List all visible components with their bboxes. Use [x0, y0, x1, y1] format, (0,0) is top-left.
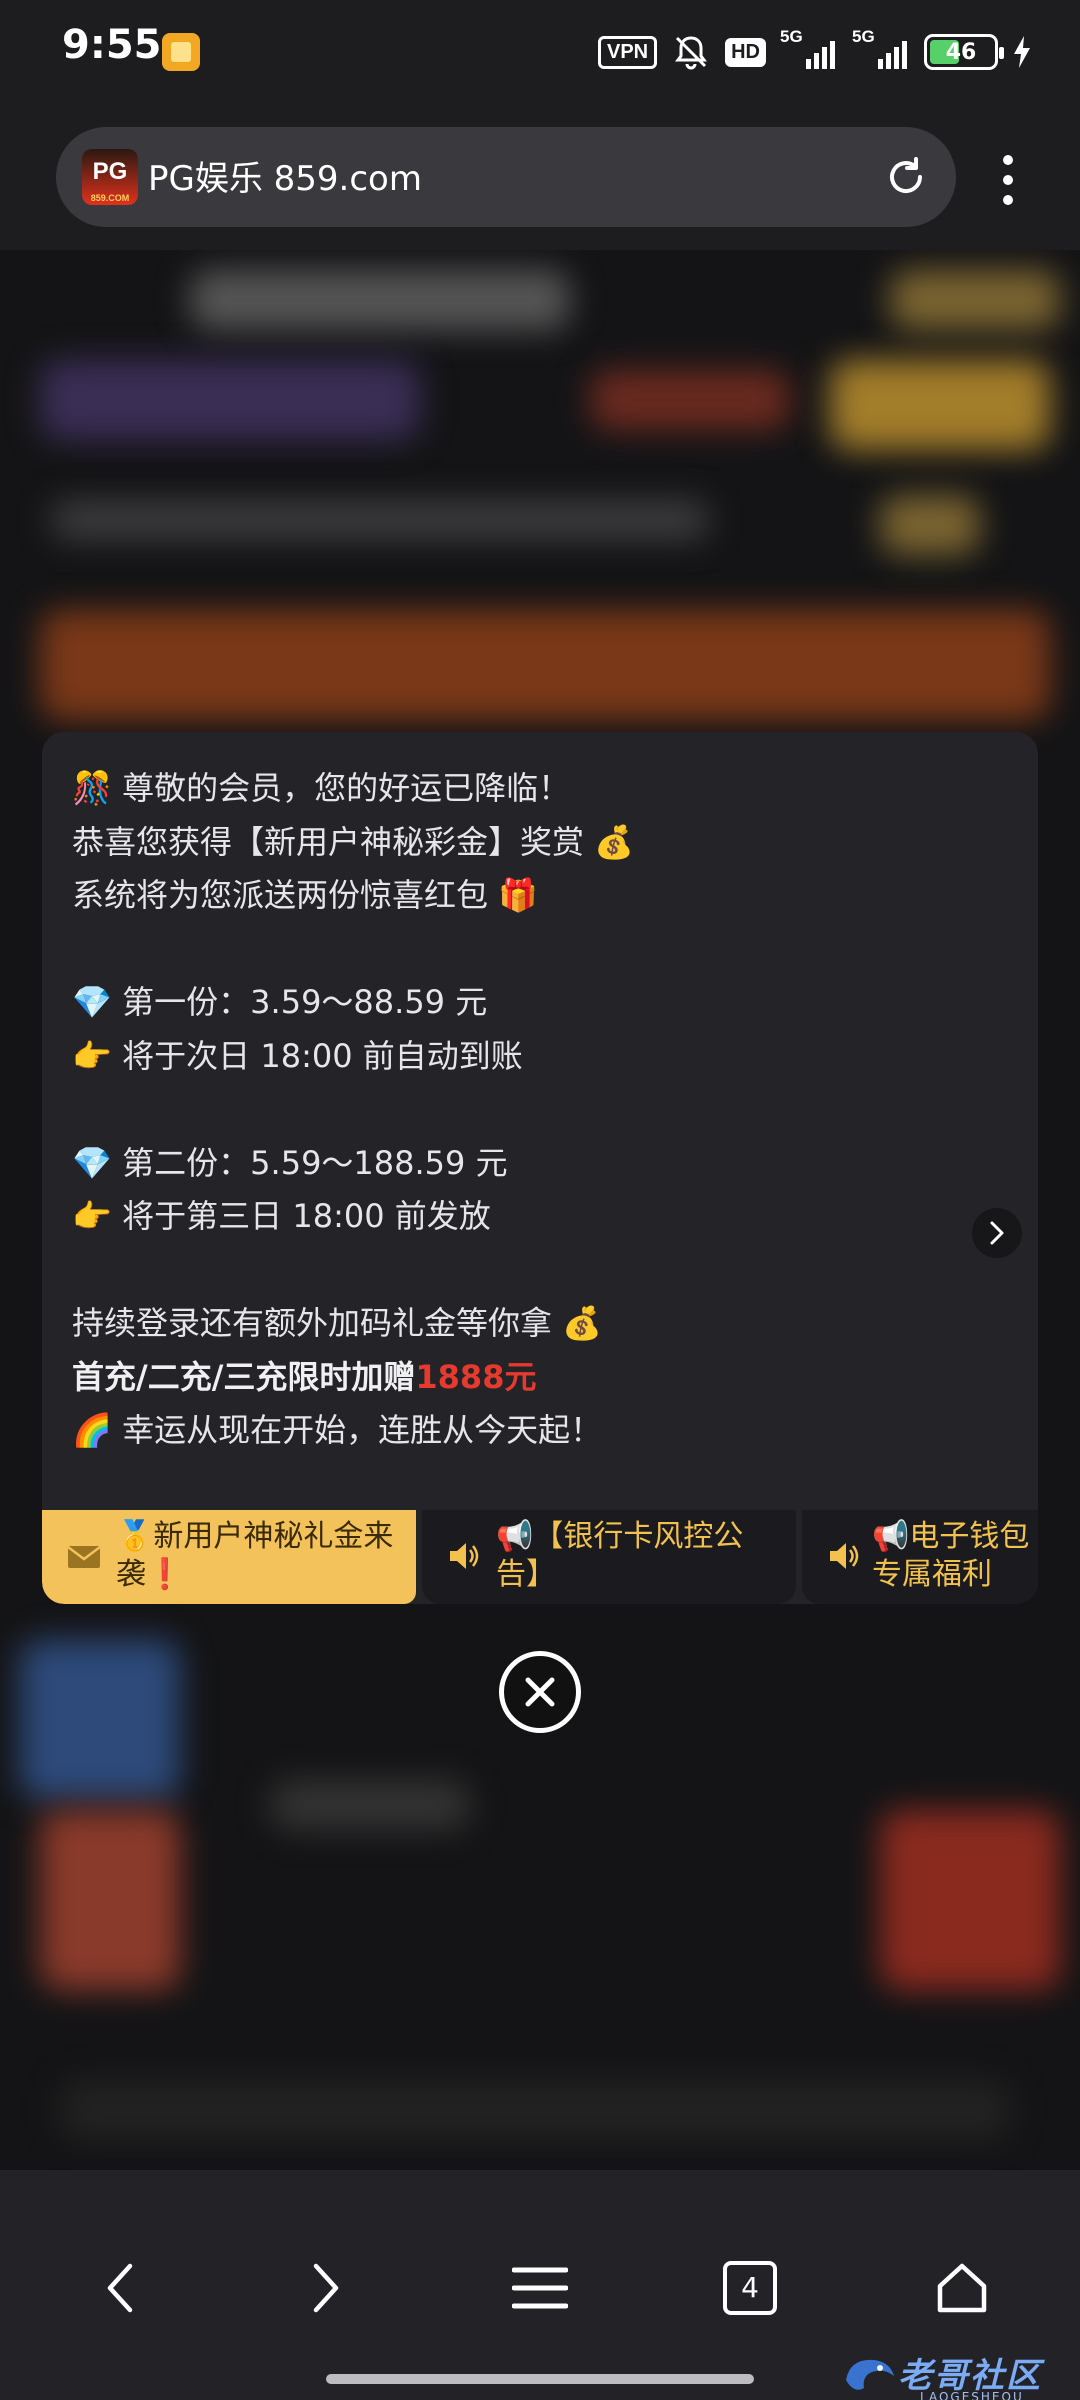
tab-count: 4: [723, 2261, 777, 2315]
speaker-icon: [830, 1543, 859, 1569]
browser-toolbar: PG 859.COM PG娱乐 859.com: [0, 112, 1080, 250]
close-icon: [525, 1677, 555, 1707]
chevron-right-icon: [313, 2263, 339, 2313]
tab-e-wallet-benefit[interactable]: 📢电子钱包专属福利: [802, 1510, 1038, 1604]
url-text[interactable]: PG娱乐 859.com: [148, 151, 422, 200]
popup-message: 🎊 尊敬的会员，您的好运已降临！ 恭喜您获得【新用户神秘彩金】奖赏 💰 系统将为…: [72, 762, 1002, 1458]
status-time: 9:55: [62, 22, 162, 68]
money-bag-icon: 💰: [594, 822, 635, 861]
announcement-tabs: 🥇新用户神秘礼金来袭❗ 📢【银行卡风控公告】 📢电子钱包专属福利: [42, 1510, 1038, 1604]
hamburger-icon: [512, 2267, 568, 2309]
message-line: 持续登录还有额外加码礼金等你拿 💰: [72, 1304, 603, 1342]
pointing-hand-icon: 👉: [72, 1036, 112, 1075]
confetti-icon: 🎊: [72, 769, 112, 807]
rainbow-icon: 🌈: [72, 1411, 112, 1449]
money-bag-icon: 💰: [562, 1304, 603, 1342]
watermark-logo: 老哥社区 LAOGESHEQU: [840, 2348, 1072, 2400]
announcement-popup: 🎊 尊敬的会员，您的好运已降临！ 恭喜您获得【新用户神秘彩金】奖赏 💰 系统将为…: [42, 732, 1038, 1604]
mute-icon: [675, 36, 708, 70]
home-icon: [937, 2263, 987, 2313]
chevron-right-icon: [990, 1221, 1004, 1245]
forward-button[interactable]: [290, 2252, 362, 2324]
address-bar[interactable]: PG 859.COM PG娱乐 859.com: [56, 127, 956, 227]
tab-label: 🥇新用户神秘礼金来袭❗: [116, 1519, 394, 1592]
site-favicon: PG 859.COM: [82, 149, 138, 205]
vpn-icon: VPN: [597, 35, 658, 69]
gift-icon: 🎁: [498, 876, 539, 914]
message-line: 恭喜您获得【新用户神秘彩金】奖赏 💰: [72, 822, 635, 861]
battery-icon: 46: [924, 34, 1004, 70]
status-bar: 9:55 VPN HD 5G 5G 46: [0, 0, 1080, 112]
message-line: 系统将为您派送两份惊喜红包 🎁: [72, 876, 539, 914]
message-line: 💎 第一份：3.59～88.59 元: [72, 976, 1002, 1030]
home-button[interactable]: [926, 2252, 998, 2324]
close-popup-button[interactable]: [499, 1651, 581, 1733]
message-line: 💎 第二份：5.59～188.59 元: [72, 1137, 1002, 1191]
back-button[interactable]: [84, 2252, 156, 2324]
message-line: 👉 将于次日 18:00 前自动到账: [72, 1030, 1002, 1084]
gesture-bar[interactable]: [326, 2374, 754, 2384]
status-icons: VPN HD 5G 5G 46: [597, 27, 1032, 76]
notification-app-icon: [162, 33, 200, 71]
reload-icon[interactable]: [882, 153, 930, 201]
message-line: 🎊 尊敬的会员，您的好运已降临！: [72, 762, 1002, 816]
dragon-logo-icon: [846, 2359, 894, 2390]
speaker-icon: [450, 1543, 479, 1569]
signal-icon: 5G: [780, 27, 838, 69]
chevron-left-icon: [107, 2263, 133, 2313]
tab-bank-card-notice[interactable]: 📢【银行卡风控公告】: [422, 1510, 796, 1604]
promo-amount: 1888元: [415, 1357, 537, 1396]
more-menu-icon[interactable]: [994, 150, 1022, 210]
menu-button[interactable]: [504, 2252, 576, 2324]
diamond-icon: 💎: [72, 1143, 112, 1182]
tab-label: 📢【银行卡风控公告】: [496, 1519, 744, 1592]
diamond-icon: 💎: [72, 983, 112, 1021]
tab-label: 📢电子钱包专属福利: [872, 1519, 1030, 1592]
signal-icon-2: 5G: [852, 27, 910, 69]
promo-line: 首充/二充/三充限时加赠1888元: [72, 1357, 537, 1396]
hd-icon: HD: [725, 37, 766, 67]
pointing-hand-icon: 👉: [72, 1197, 112, 1235]
envelope-icon: [67, 1546, 101, 1568]
tab-new-user-bonus[interactable]: 🥇新用户神秘礼金来袭❗: [42, 1510, 416, 1604]
tabs-button[interactable]: 4: [714, 2252, 786, 2324]
message-line: 🌈 幸运从现在开始，连胜从今天起！: [72, 1404, 1002, 1458]
charging-icon: [1014, 36, 1030, 68]
message-line: 👉 将于第三日 18:00 前发放: [72, 1190, 1002, 1244]
next-announcement-button[interactable]: [972, 1208, 1022, 1258]
